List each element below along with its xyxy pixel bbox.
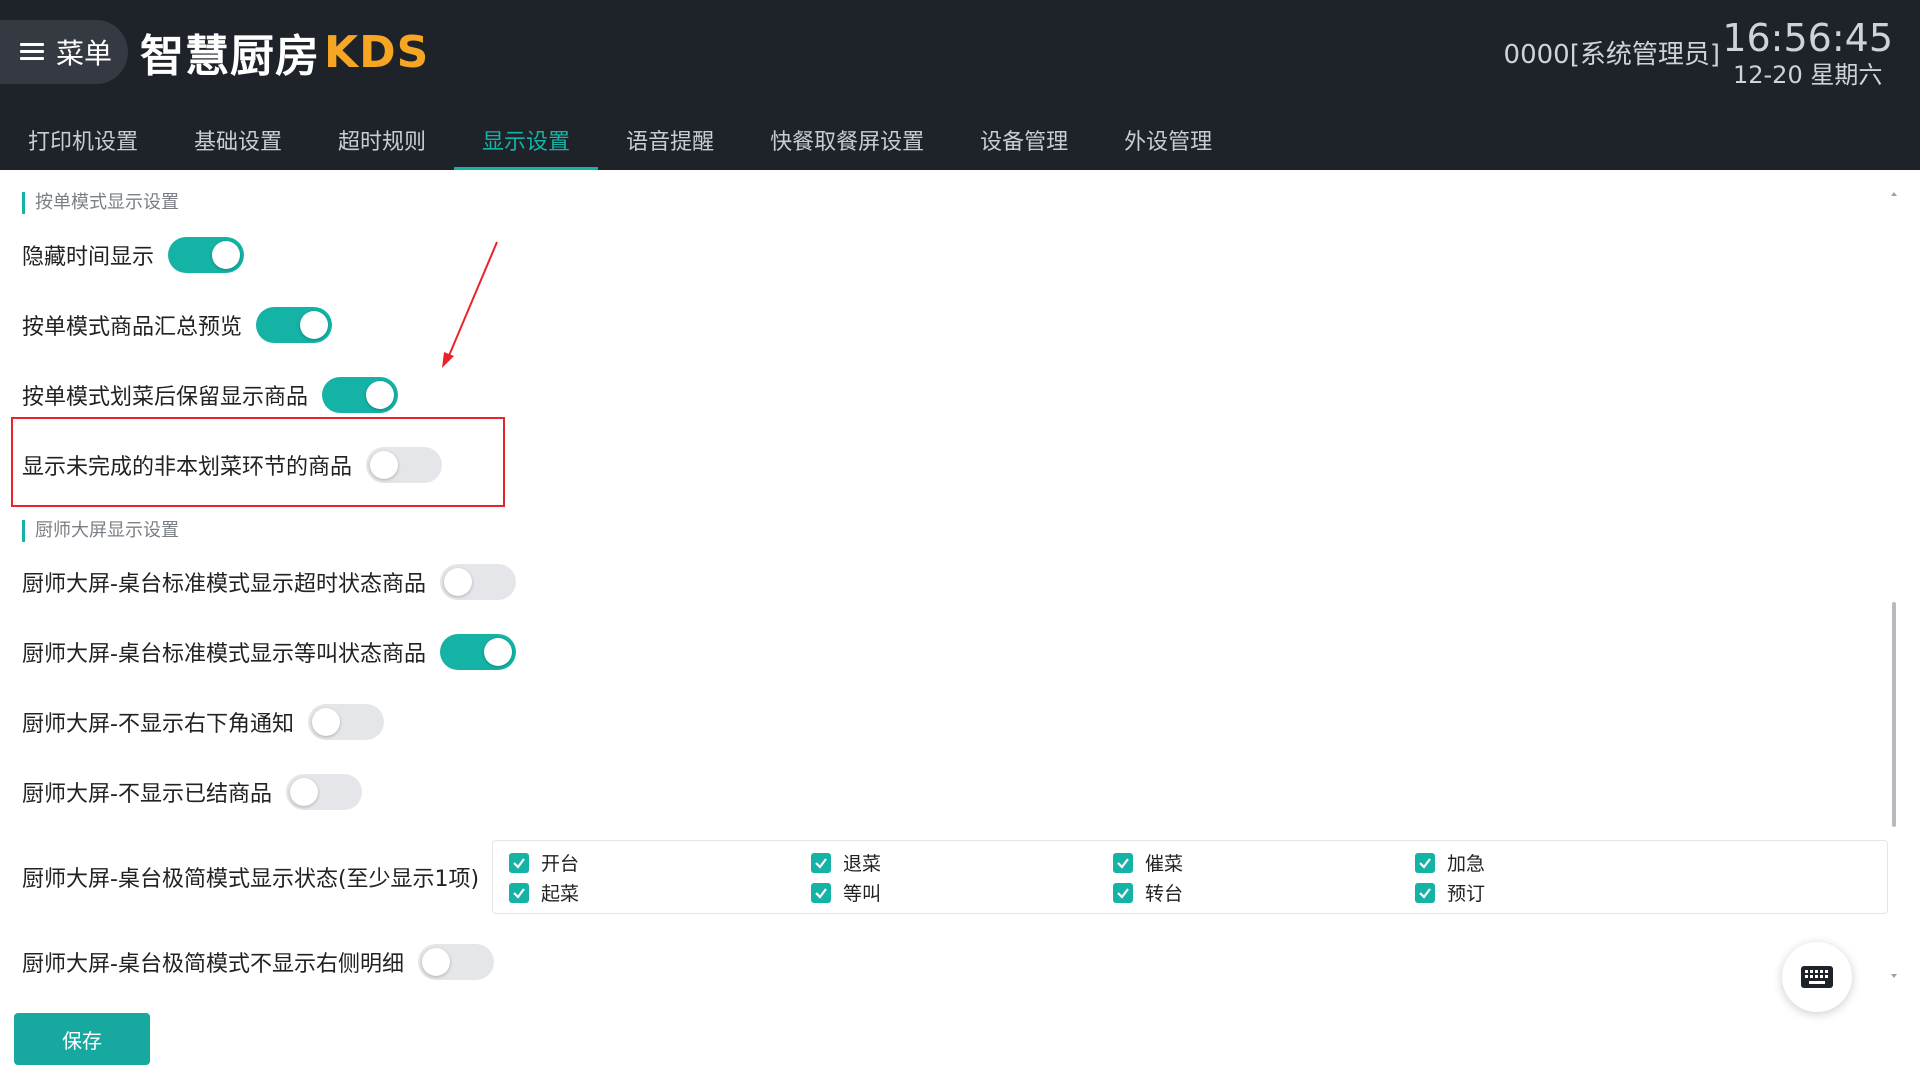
checkbox-transfer-table[interactable]: 转台 [1113, 879, 1183, 906]
setting-label: 厨师大屏-不显示已结商品 [22, 782, 272, 807]
checkbox-label: 等叫 [843, 883, 882, 905]
annotation-highlight-box [11, 417, 505, 507]
menu-label: 菜单 [56, 37, 113, 70]
setting-row: 按单模式划菜后保留显示商品 [22, 375, 399, 415]
clock: 16:56:45 12-20 星期六 [1722, 16, 1893, 90]
check-icon [1415, 882, 1435, 903]
check-icon [1415, 852, 1435, 873]
tab-timeout[interactable]: 超时规则 [310, 110, 454, 170]
setting-label: 厨师大屏-桌台标准模式显示等叫状态商品 [22, 642, 426, 667]
menu-button[interactable]: 菜单 [0, 20, 128, 84]
setting-label: 隐藏时间显示 [22, 245, 155, 270]
checkbox-rush-dish[interactable]: 催菜 [1113, 849, 1183, 876]
setting-label: 按单模式商品汇总预览 [22, 315, 243, 340]
setting-row: 厨师大屏-不显示已结商品 [22, 772, 362, 812]
tab-display[interactable]: 显示设置 [454, 110, 599, 170]
section-title-chef-screen: 厨师大屏显示设置 [22, 520, 179, 542]
scrollbar[interactable] [1890, 190, 1898, 980]
hamburger-icon [20, 43, 44, 61]
setting-label: 厨师大屏-不显示右下角通知 [22, 712, 294, 737]
setting-label: 厨师大屏-桌台标准模式显示超时状态商品 [22, 572, 426, 597]
checkbox-label: 起菜 [541, 883, 580, 905]
checkbox-open-table[interactable]: 开台 [509, 849, 579, 876]
check-icon [1113, 852, 1133, 873]
annotation-arrow-icon [442, 241, 498, 368]
toggle-switch[interactable] [256, 307, 333, 343]
tab-pickup-screen[interactable]: 快餐取餐屏设置 [742, 110, 952, 170]
clock-time: 16:56:45 [1722, 16, 1893, 60]
checkbox-start-dish[interactable]: 起菜 [509, 879, 579, 906]
keyboard-icon [1801, 966, 1833, 988]
settings-content: 按单模式显示设置 隐藏时间显示 按单模式商品汇总预览 按单模式划菜后保留显示商品… [0, 170, 1920, 1080]
check-icon [811, 882, 831, 903]
toggle-switch[interactable] [322, 377, 399, 413]
tab-peripheral[interactable]: 外设管理 [1096, 110, 1240, 170]
setting-row: 厨师大屏-桌台极简模式不显示右侧明细 [22, 942, 494, 982]
setting-row: 厨师大屏-桌台标准模式显示超时状态商品 [22, 562, 516, 602]
setting-row: 隐藏时间显示 [22, 235, 245, 275]
tab-basic[interactable]: 基础设置 [166, 110, 310, 170]
check-icon [811, 852, 831, 873]
check-icon [509, 882, 529, 903]
setting-row: 按单模式商品汇总预览 [22, 305, 333, 345]
section-title-order-mode: 按单模式显示设置 [22, 192, 179, 214]
tab-printer[interactable]: 打印机设置 [0, 110, 166, 170]
scroll-up-icon[interactable] [1890, 190, 1898, 198]
setting-label: 厨师大屏-桌台极简模式显示状态(至少显示1项) [22, 867, 480, 892]
settings-tabs: 打印机设置 基础设置 超时规则 显示设置 语音提醒 快餐取餐屏设置 设备管理 外… [0, 110, 1240, 170]
brand-logo: 智慧厨房 KDS [140, 22, 430, 83]
check-icon [1113, 882, 1133, 903]
checkbox-label: 催菜 [1145, 853, 1184, 875]
save-button[interactable]: 保存 [14, 1013, 150, 1065]
checkbox-label: 开台 [541, 853, 580, 875]
checkbox-label: 转台 [1145, 883, 1184, 905]
checkbox-label: 加急 [1447, 853, 1486, 875]
app-header: 菜单 智慧厨房 KDS 0000[系统管理员] 16:56:45 12-20 星… [0, 0, 1920, 170]
setting-label: 厨师大屏-桌台极简模式不显示右侧明细 [22, 952, 404, 977]
toggle-switch[interactable] [439, 564, 516, 600]
keyboard-button[interactable] [1782, 942, 1852, 1012]
setting-row: 厨师大屏-桌台极简模式显示状态(至少显示1项) [22, 857, 479, 897]
checkbox-label: 预订 [1447, 883, 1486, 905]
status-checkbox-group: 开台 退菜 催菜 加急 起菜 等叫 转台 预订 [492, 840, 1888, 914]
clock-date: 12-20 星期六 [1732, 61, 1883, 89]
toggle-switch[interactable] [417, 944, 494, 980]
scroll-down-icon[interactable] [1890, 972, 1898, 980]
setting-row: 厨师大屏-桌台标准模式显示等叫状态商品 [22, 632, 516, 672]
checkbox-wait-call[interactable]: 等叫 [811, 879, 881, 906]
brand-kds: KDS [324, 26, 430, 78]
toggle-switch[interactable] [307, 704, 384, 740]
scroll-thumb[interactable] [1892, 602, 1896, 827]
toggle-switch[interactable] [285, 774, 362, 810]
checkbox-return-dish[interactable]: 退菜 [811, 849, 881, 876]
checkbox-label: 退菜 [843, 853, 882, 875]
toggle-switch[interactable] [439, 634, 516, 670]
tab-voice[interactable]: 语音提醒 [598, 110, 742, 170]
brand-name: 智慧厨房 [140, 31, 320, 82]
tab-device[interactable]: 设备管理 [952, 110, 1096, 170]
setting-label: 按单模式划菜后保留显示商品 [22, 385, 309, 410]
toggle-switch[interactable] [168, 237, 245, 273]
checkbox-urgent[interactable]: 加急 [1415, 849, 1485, 876]
check-icon [509, 852, 529, 873]
checkbox-reservation[interactable]: 预订 [1415, 879, 1485, 906]
current-user: 0000[系统管理员] [1503, 40, 1720, 70]
setting-row: 厨师大屏-不显示右下角通知 [22, 702, 384, 742]
